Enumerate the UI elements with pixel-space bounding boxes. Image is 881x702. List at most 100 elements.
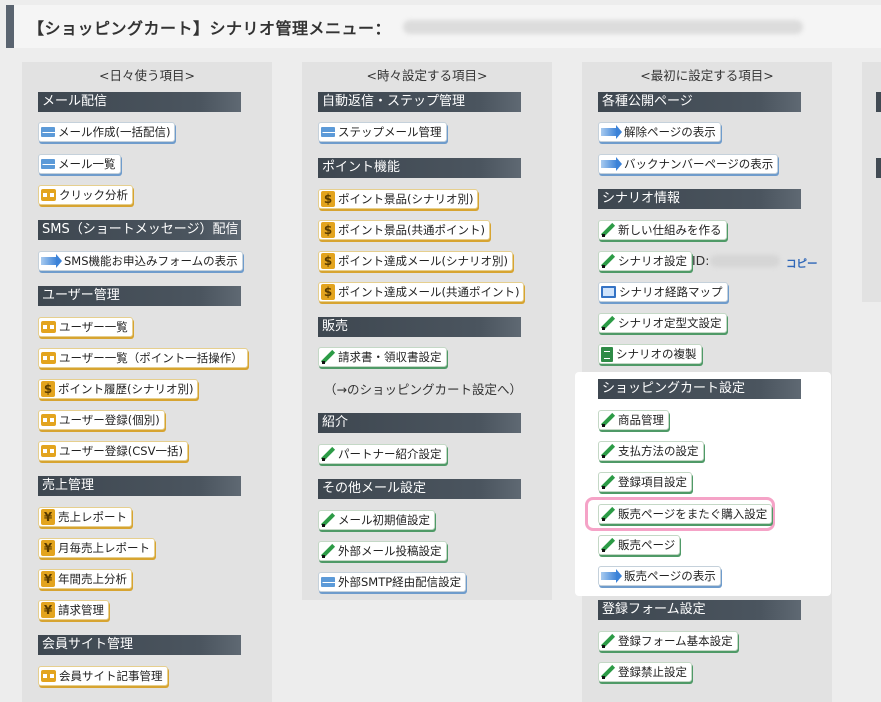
- scenario-id-label: ID:: [692, 253, 710, 268]
- envelope-icon: [41, 127, 55, 137]
- pencil-icon: [321, 544, 335, 558]
- copy-id-link[interactable]: コピー: [786, 256, 818, 271]
- point-history-button[interactable]: $ ポイント履歴(シナリオ別): [38, 379, 199, 399]
- pencil-icon: [601, 444, 615, 458]
- dollar-icon: $: [321, 284, 335, 300]
- section-header-partial: [876, 92, 881, 112]
- invoice-management-button[interactable]: ¥ 請求管理: [38, 600, 109, 620]
- pencil-icon: [601, 413, 615, 427]
- point-mail-scenario-button[interactable]: $ ポイント達成メール(シナリオ別): [318, 251, 513, 271]
- invoice-settings-button[interactable]: 請求書・領収書設定: [318, 347, 447, 367]
- arrow-right-icon: [601, 569, 622, 583]
- section-cart-settings: ショッピングカート設定: [598, 379, 801, 399]
- yearly-analysis-button[interactable]: ¥ 年間売上分析: [38, 569, 132, 589]
- pencil-icon: [601, 538, 615, 552]
- pencil-icon: [601, 475, 615, 489]
- pencil-icon: [601, 634, 615, 648]
- user-list-bulk-button[interactable]: ユーザー一覧（ポイント一括操作）: [38, 348, 248, 368]
- dollar-icon: $: [321, 222, 335, 238]
- scenario-settings-button[interactable]: シナリオ設定: [598, 251, 692, 271]
- pencil-icon: [601, 254, 615, 268]
- step-mail-button[interactable]: ステップメール管理: [318, 122, 447, 142]
- section-public-pages: 各種公開ページ: [598, 92, 801, 112]
- monthly-report-button[interactable]: ¥ 月毎売上レポート: [38, 538, 155, 558]
- users-icon: [41, 670, 56, 682]
- arrow-right-icon: [41, 254, 62, 268]
- payment-method-button[interactable]: 支払方法の設定: [598, 441, 704, 461]
- pencil-icon: [321, 447, 335, 461]
- registration-ban-button[interactable]: 登録禁止設定: [598, 662, 692, 682]
- envelope-icon: [41, 159, 55, 169]
- section-header-partial: [876, 158, 881, 178]
- point-prize-common-button[interactable]: $ ポイント景品(共通ポイント): [318, 220, 490, 240]
- mail-compose-button[interactable]: メール作成(一括配信): [38, 122, 176, 142]
- pencil-icon: [321, 350, 335, 364]
- scenario-duplicate-button[interactable]: シナリオの複製: [598, 344, 702, 364]
- user-list-button[interactable]: ユーザー一覧: [38, 317, 133, 337]
- backnumber-page-button[interactable]: バックナンバーページの表示: [598, 154, 779, 174]
- external-smtp-button[interactable]: 外部SMTP経由配信設定: [318, 572, 467, 592]
- pencil-icon: [601, 507, 615, 521]
- dollar-icon: $: [41, 381, 55, 397]
- pencil-icon: [601, 665, 615, 679]
- yen-icon: ¥: [41, 540, 55, 556]
- section-registration-form: 登録フォーム設定: [598, 600, 801, 620]
- point-mail-common-button[interactable]: $ ポイント達成メール(共通ポイント): [318, 282, 525, 302]
- section-sms: SMS（ショートメッセージ）配信: [38, 220, 241, 240]
- users-icon: [41, 321, 56, 333]
- registration-fields-button[interactable]: 登録項目設定: [598, 472, 692, 492]
- column-heading: <最初に設定する項目>: [640, 68, 774, 83]
- scenario-map-button[interactable]: シナリオ経路マップ: [598, 282, 728, 302]
- section-auto-reply: 自動返信・ステップ管理: [318, 92, 521, 112]
- monitor-icon: [601, 286, 616, 298]
- member-articles-button[interactable]: 会員サイト記事管理: [38, 666, 168, 686]
- column-heading: <日々使う項目>: [99, 68, 195, 83]
- scenario-name-redacted: [403, 19, 804, 34]
- mail-list-button[interactable]: メール一覧: [38, 154, 121, 174]
- users-icon: [41, 445, 56, 457]
- point-prize-scenario-button[interactable]: $ ポイント景品(シナリオ別): [318, 189, 479, 209]
- sms-form-button[interactable]: SMS機能お申込みフォームの表示: [38, 251, 243, 271]
- envelope-icon: [321, 127, 335, 137]
- scenario-template-button[interactable]: シナリオ定型文設定: [598, 313, 727, 333]
- user-register-csv-button[interactable]: ユーザー登録(CSV一括): [38, 441, 188, 461]
- new-scenario-button[interactable]: 新しい仕組みを作る: [598, 220, 727, 240]
- scenario-id-redacted: [710, 255, 780, 267]
- arrow-right-icon: [601, 125, 622, 139]
- section-other-mail: その他メール設定: [318, 479, 521, 499]
- column-heading: <時々設定する項目>: [366, 68, 488, 83]
- users-icon: [41, 189, 56, 201]
- partner-referral-button[interactable]: パートナー紹介設定: [318, 444, 447, 464]
- cross-page-purchase-button[interactable]: 販売ページをまたぐ購入設定: [598, 504, 773, 524]
- yen-icon: ¥: [41, 602, 55, 618]
- product-management-button[interactable]: 商品管理: [598, 410, 669, 430]
- title-bar: 【ショッピングカート】シナリオ管理メニュー：: [6, 5, 881, 48]
- arrow-right-icon: [601, 157, 622, 171]
- section-sales-mgmt: 売上管理: [38, 476, 241, 496]
- user-register-button[interactable]: ユーザー登録(個別): [38, 410, 165, 430]
- click-analysis-button[interactable]: クリック分析: [38, 185, 133, 205]
- users-icon: [41, 414, 56, 426]
- cancel-page-button[interactable]: 解除ページの表示: [598, 122, 721, 142]
- section-mail: メール配信: [38, 92, 241, 112]
- envelope-icon: [321, 577, 335, 587]
- users-icon: [41, 352, 56, 364]
- external-mail-post-button[interactable]: 外部メール投稿設定: [318, 541, 447, 561]
- mail-defaults-button[interactable]: メール初期値設定: [318, 510, 435, 530]
- section-referral: 紹介: [318, 413, 521, 433]
- pencil-icon: [321, 513, 335, 527]
- yen-icon: ¥: [41, 509, 55, 525]
- section-users: ユーザー管理: [38, 286, 241, 306]
- dollar-icon: $: [321, 191, 335, 207]
- sales-page-button[interactable]: 販売ページ: [598, 535, 681, 555]
- cart-settings-note: （→のショッピングカート設定へ）: [324, 382, 522, 397]
- pencil-icon: [601, 316, 615, 330]
- column-fourth: [862, 62, 881, 302]
- yen-icon: ¥: [41, 571, 55, 587]
- section-sales: 販売: [318, 317, 521, 337]
- sales-report-button[interactable]: ¥ 売上レポート: [38, 507, 132, 527]
- document-icon: [601, 346, 613, 362]
- form-basic-settings-button[interactable]: 登録フォーム基本設定: [598, 631, 738, 651]
- section-scenario-info: シナリオ情報: [598, 189, 801, 209]
- sales-page-view-button[interactable]: 販売ページの表示: [598, 566, 721, 586]
